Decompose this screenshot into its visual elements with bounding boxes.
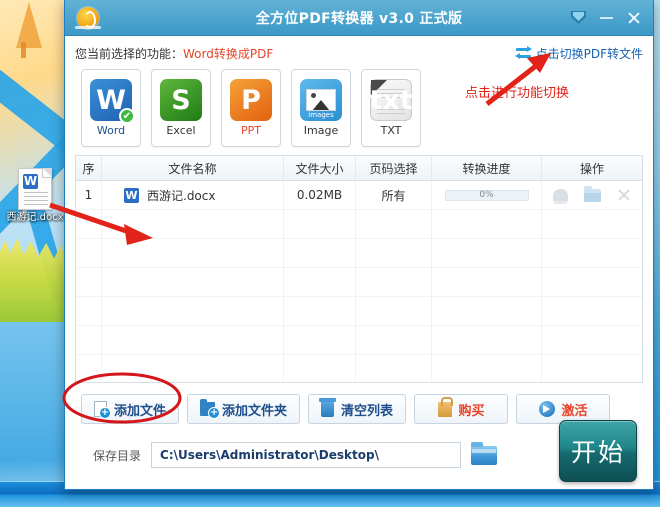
format-selector: W ✔ Word S Excel P PPT images Image txt … xyxy=(75,69,643,147)
add-file-button[interactable]: + 添加文件 xyxy=(81,394,180,424)
remove-icon[interactable] xyxy=(617,188,631,202)
title-bar[interactable]: 全方位PDF转换器 v3.0 正式版 xyxy=(65,0,653,36)
page-fold xyxy=(42,168,52,178)
save-directory-row: 保存目录 C:\Users\Administrator\Desktop\ 开始 xyxy=(75,420,643,482)
current-function-row: 您当前选择的功能： Word转换成PDF 点击切换PDF转文件 xyxy=(75,42,643,64)
sun-icon xyxy=(311,93,316,98)
txt-format-icon: txt xyxy=(369,79,413,121)
format-label-image: Image xyxy=(303,124,339,137)
format-button-image[interactable]: images Image xyxy=(291,69,351,147)
clear-list-button[interactable]: 清空列表 xyxy=(308,394,407,424)
table-row-empty xyxy=(76,239,642,268)
swap-arrows-icon xyxy=(514,46,532,59)
progress-text: 0% xyxy=(479,189,494,200)
format-label-excel: Excel xyxy=(166,124,196,137)
app-body: 您当前选择的功能： Word转换成PDF 点击切换PDF转文件 W ✔ Word… xyxy=(65,36,653,489)
add-folder-label: 添加文件夹 xyxy=(222,403,288,419)
desktop-file-shortcut[interactable]: W 西游记.docx xyxy=(6,168,64,224)
image-caption: images xyxy=(308,111,334,119)
word-file-icon: W xyxy=(124,187,139,203)
minimize-icon[interactable] xyxy=(600,16,613,19)
window-title: 全方位PDF转换器 v3.0 正式版 xyxy=(255,10,463,27)
cell-filesize: 0.02MB xyxy=(284,181,356,209)
wallpaper-tree-icon xyxy=(16,2,42,48)
table-row[interactable]: 1 W 西游记.docx 0.02MB 所有 0% xyxy=(76,181,642,210)
save-directory-label: 保存目录 xyxy=(93,448,142,463)
ppt-glyph: P xyxy=(241,84,261,116)
document-lines xyxy=(24,192,48,208)
activate-label: 激活 xyxy=(561,403,588,419)
picture-thumb-icon xyxy=(306,89,336,111)
add-folder-button[interactable]: + 添加文件夹 xyxy=(187,394,301,424)
file-list-table: 序 文件名称 文件大小 页码选择 转换进度 操作 1 W 西游记.docx 0.… xyxy=(75,155,643,383)
filename-text: 西游记.docx xyxy=(147,188,216,203)
column-header-pages: 页码选择 xyxy=(356,156,432,180)
purchase-label: 购买 xyxy=(458,403,485,419)
open-folder-icon[interactable] xyxy=(584,185,601,202)
desktop-file-label: 西游记.docx xyxy=(6,212,64,223)
column-header-actions: 操作 xyxy=(579,161,604,176)
txt-glyph: txt xyxy=(369,84,413,116)
format-button-txt[interactable]: txt TXT xyxy=(361,69,421,147)
purchase-bag-icon xyxy=(437,396,453,417)
column-header-index: 序 xyxy=(76,156,102,180)
add-file-icon: + xyxy=(94,401,111,419)
switch-mode-link[interactable]: 点击切换PDF转文件 xyxy=(514,45,643,62)
table-row-empty xyxy=(76,210,642,239)
format-label-ppt: PPT xyxy=(241,124,261,137)
clear-list-label: 清空列表 xyxy=(341,403,394,419)
word-letter-badge: W xyxy=(23,174,38,189)
preview-icon[interactable] xyxy=(553,188,568,204)
format-label-txt: TXT xyxy=(380,124,402,137)
cell-progress: 0% xyxy=(432,181,542,209)
table-body: 1 W 西游记.docx 0.02MB 所有 0% xyxy=(76,181,642,382)
column-header-filesize: 文件大小 xyxy=(284,156,356,180)
table-header-row: 序 文件名称 文件大小 页码选择 转换进度 操作 xyxy=(76,156,642,181)
table-row-empty xyxy=(76,326,642,355)
excel-format-icon: S xyxy=(160,79,202,121)
format-button-excel[interactable]: S Excel xyxy=(151,69,211,147)
action-button-row: + 添加文件 + 添加文件夹 清空列表 购买 激活 xyxy=(75,394,643,424)
window-controls xyxy=(571,11,641,25)
word-document-icon: W xyxy=(18,168,52,210)
app-logo-base xyxy=(75,26,101,29)
cell-filename: W 西游记.docx xyxy=(102,181,284,209)
wallpaper-tree-trunk xyxy=(21,42,26,58)
add-file-label: 添加文件 xyxy=(114,403,167,419)
chevron-down-badge-icon[interactable] xyxy=(571,11,586,24)
excel-glyph: S xyxy=(171,84,191,116)
column-header-progress: 转换进度 xyxy=(432,156,542,180)
image-format-icon: images xyxy=(300,79,342,121)
purchase-button[interactable]: 购买 xyxy=(414,394,509,424)
add-folder-icon: + xyxy=(200,399,221,419)
format-label-word: Word xyxy=(96,124,126,137)
format-button-word[interactable]: W ✔ Word xyxy=(81,69,141,147)
activate-icon xyxy=(538,401,555,417)
column-header-filename: 文件名称 xyxy=(102,156,284,180)
close-icon[interactable] xyxy=(627,11,641,25)
word-format-icon: W ✔ xyxy=(90,79,135,124)
ppt-format-icon: P xyxy=(230,79,272,121)
app-window: 全方位PDF转换器 v3.0 正式版 您当前选择的功能： Word转换成PDF … xyxy=(64,0,654,490)
selected-check-icon: ✔ xyxy=(119,108,135,124)
cell-actions xyxy=(542,181,642,209)
current-function-label: 您当前选择的功能： xyxy=(75,46,184,61)
cell-pages[interactable]: 所有 xyxy=(356,181,432,209)
current-function-value: Word转换成PDF xyxy=(183,46,274,61)
progress-bar: 0% xyxy=(444,189,529,201)
start-button[interactable]: 开始 xyxy=(559,420,637,482)
format-button-ppt[interactable]: P PPT xyxy=(221,69,281,147)
table-row-empty xyxy=(76,268,642,297)
table-row-empty xyxy=(76,297,642,326)
mountain-icon xyxy=(312,100,330,110)
browse-folder-icon[interactable] xyxy=(471,441,498,465)
cell-index: 1 xyxy=(76,181,102,209)
table-row-empty xyxy=(76,355,642,382)
clear-list-icon xyxy=(319,398,337,417)
switch-mode-label: 点击切换PDF转文件 xyxy=(535,46,643,61)
save-directory-input[interactable]: C:\Users\Administrator\Desktop\ xyxy=(151,442,462,468)
annotation-switch-text: 点击进行功能切换 xyxy=(465,86,570,101)
